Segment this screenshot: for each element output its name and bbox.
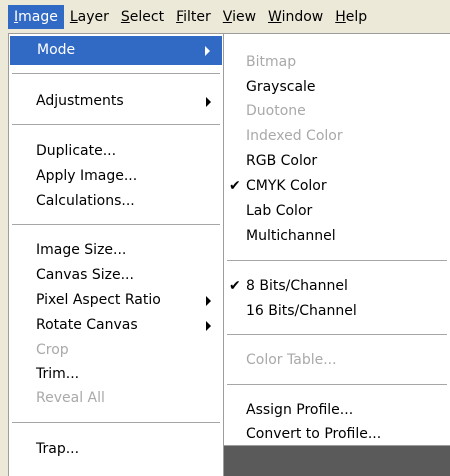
menu-item-label: Multichannel (246, 228, 336, 244)
menu-item-label: Color Table... (246, 352, 337, 368)
menu-select[interactable]: Select (115, 5, 170, 29)
menu-item-mode[interactable]: Mode (10, 36, 222, 65)
submenu-arrow-icon (206, 296, 211, 306)
menu-separator (12, 422, 220, 423)
menu-item-label: Trap... (36, 441, 80, 457)
menu-item-label: Adjustments (36, 93, 124, 109)
menu-item-label: Calculations... (36, 193, 135, 209)
menu-help[interactable]: Help (329, 5, 373, 29)
menu-item-reveal-all: Reveal All (9, 384, 223, 413)
menu-item-label: Bitmap (246, 54, 297, 70)
mode-item-multichannel[interactable]: Multichannel (224, 222, 450, 251)
menu-item-trap[interactable]: Trap... (9, 435, 223, 464)
menu-item-label: Duplicate... (36, 143, 117, 159)
menu-item-label: CMYK Color (246, 178, 327, 194)
menu-item-label: Duotone (246, 103, 306, 119)
document-canvas-area (224, 446, 450, 476)
menu-item-label: Trim... (36, 366, 80, 382)
menu-item-label: Image Size... (36, 242, 127, 258)
submenu-arrow-icon (205, 46, 210, 56)
menu-item-label: Assign Profile... (246, 402, 354, 418)
menu-item-adjustments[interactable]: Adjustments (9, 87, 223, 116)
menu-item-label: Rotate Canvas (36, 317, 138, 333)
menu-filter[interactable]: Filter (170, 5, 217, 29)
menu-separator (12, 73, 220, 74)
menu-item-label: Pixel Aspect Ratio (36, 292, 161, 308)
menu-item-label: Reveal All (36, 390, 105, 406)
menu-item-label: Canvas Size... (36, 267, 134, 283)
mode-item-color-table: Color Table... (224, 346, 450, 375)
menu-layer[interactable]: Layer (64, 5, 115, 29)
menu-window[interactable]: Window (262, 5, 329, 29)
menu-view[interactable]: View (217, 5, 262, 29)
menu-separator (12, 124, 220, 125)
mode-item-convert-to-profile[interactable]: Convert to Profile... (224, 420, 450, 449)
menu-item-label: Crop (36, 342, 69, 358)
menu-item-label: Mode (37, 42, 76, 58)
mode-item-16-bits[interactable]: 16 Bits/Channel (224, 297, 450, 326)
menu-separator (12, 224, 220, 225)
submenu-arrow-icon (206, 97, 211, 107)
menu-item-calculations[interactable]: Calculations... (9, 187, 223, 216)
mode-submenu: Bitmap Grayscale Duotone Indexed Color R… (223, 33, 450, 446)
menu-image[interactable]: Image (8, 5, 64, 29)
menu-item-label: RGB Color (246, 153, 318, 169)
menu-item-label: Indexed Color (246, 128, 343, 144)
menu-item-label: 8 Bits/Channel (246, 278, 348, 294)
menu-item-label: Lab Color (246, 203, 313, 219)
menu-separator (227, 260, 447, 261)
menu-separator (227, 334, 447, 335)
menu-item-label: Grayscale (246, 79, 316, 95)
menu-item-label: Apply Image... (36, 168, 138, 184)
image-dropdown-menu: Mode Adjustments Duplicate... Apply Imag… (8, 33, 224, 476)
menu-separator (227, 384, 447, 385)
menu-item-label: Convert to Profile... (246, 426, 382, 442)
menu-item-label: 16 Bits/Channel (246, 303, 357, 319)
menu-bar: Image Layer Select Filter View Window He… (0, 0, 450, 34)
submenu-arrow-icon (206, 321, 211, 331)
